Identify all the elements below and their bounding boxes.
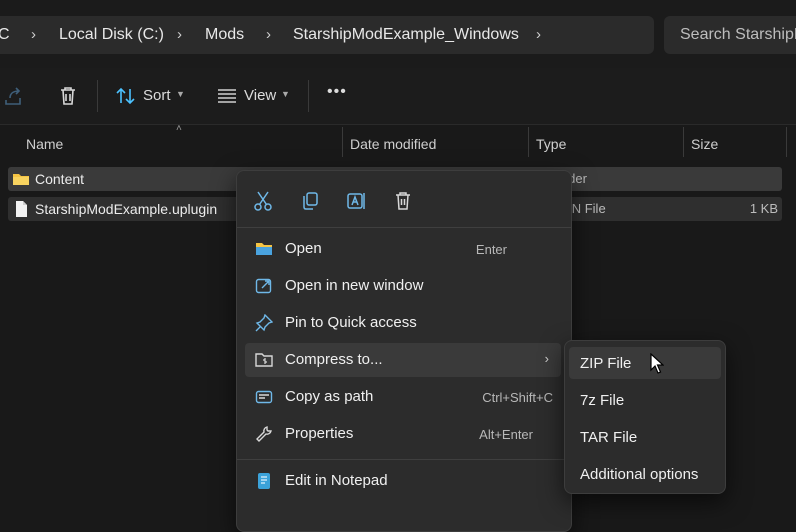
- command-bar: Sort ▼ View ▼ •••: [0, 68, 796, 125]
- breadcrumb-item-mods[interactable]: Mods: [205, 26, 244, 44]
- menu-item-label: Properties: [285, 425, 354, 442]
- compress-submenu: ZIP File 7z File TAR File Additional opt…: [564, 340, 726, 494]
- delete-button[interactable]: [387, 187, 419, 215]
- open-new-window-icon: [255, 278, 272, 294]
- file-size: 1 KB: [749, 201, 778, 216]
- breadcrumb-item-this-pc[interactable]: C: [0, 26, 10, 44]
- sort-icon[interactable]: [114, 84, 138, 108]
- rename-button[interactable]: [340, 187, 372, 215]
- delete-icon: [396, 192, 410, 210]
- chevron-right-icon[interactable]: ›: [31, 26, 36, 43]
- column-divider[interactable]: [786, 127, 787, 157]
- sort-button[interactable]: Sort: [143, 87, 171, 104]
- sort-ascending-icon: ˄: [176, 123, 182, 134]
- mouse-cursor-icon: [650, 353, 664, 374]
- menu-item-open[interactable]: Open Enter: [245, 232, 561, 266]
- menu-item-copy-as-path[interactable]: Copy as path Ctrl+Shift+C: [245, 380, 561, 414]
- share-icon[interactable]: [2, 84, 26, 108]
- column-divider[interactable]: [342, 127, 343, 157]
- pin-icon: [255, 314, 273, 332]
- rename-icon: [347, 193, 365, 209]
- toolbar-divider: [97, 80, 98, 112]
- column-header-name[interactable]: Name: [26, 136, 63, 152]
- copy-icon: [303, 192, 318, 210]
- address-bar: C › Local Disk (C:) › Mods › StarshipMod…: [0, 0, 796, 68]
- breadcrumb[interactable]: C › Local Disk (C:) › Mods › StarshipMod…: [0, 16, 654, 54]
- submenu-item-label: TAR File: [580, 429, 638, 446]
- view-icon[interactable]: [215, 84, 239, 108]
- menu-item-label: Open in new window: [285, 277, 424, 294]
- column-divider[interactable]: [528, 127, 529, 157]
- breadcrumb-item-current-folder[interactable]: StarshipModExample_Windows: [293, 26, 519, 44]
- breadcrumb-item-local-disk[interactable]: Local Disk (C:): [59, 26, 164, 44]
- menu-item-properties[interactable]: Properties Alt+Enter: [245, 417, 561, 451]
- column-divider[interactable]: [683, 127, 684, 157]
- menu-item-compress-to[interactable]: Compress to... ›: [245, 343, 561, 377]
- submenu-item-label: ZIP File: [580, 355, 632, 372]
- column-headers: ˄ Name Date modified Type Size: [0, 123, 796, 161]
- submenu-item-tar-file[interactable]: TAR File: [569, 421, 721, 453]
- context-menu: Open Enter Open in new window Pin to Qui…: [236, 170, 572, 532]
- menu-item-label: Copy as path: [285, 388, 374, 405]
- menu-item-shortcut: Alt+Enter: [479, 427, 533, 442]
- menu-item-pin-to-quick-access[interactable]: Pin to Quick access: [245, 306, 561, 340]
- chevron-right-icon[interactable]: ›: [177, 26, 182, 43]
- menu-separator: [237, 459, 571, 460]
- view-button[interactable]: View: [244, 87, 276, 104]
- folder-icon: [256, 243, 272, 255]
- chevron-down-icon[interactable]: ▼: [176, 89, 185, 99]
- cut-button[interactable]: [247, 187, 279, 215]
- menu-item-shortcut: Ctrl+Shift+C: [482, 390, 553, 405]
- column-header-type[interactable]: Type: [536, 136, 566, 152]
- submenu-item-zip-file[interactable]: ZIP File: [569, 347, 721, 379]
- file-name: Content: [35, 171, 85, 187]
- chevron-right-icon[interactable]: ›: [536, 26, 541, 43]
- submenu-item-label: Additional options: [580, 466, 699, 483]
- menu-item-label: Compress to...: [285, 351, 383, 368]
- toolbar-divider: [308, 80, 309, 112]
- notepad-icon: [258, 473, 270, 489]
- column-header-date-modified[interactable]: Date modified: [350, 136, 436, 152]
- menu-item-shortcut: Enter: [475, 242, 507, 257]
- menu-item-open-in-new-window[interactable]: Open in new window: [245, 269, 561, 303]
- more-options-button[interactable]: •••: [327, 83, 347, 101]
- menu-item-label: Edit in Notepad: [285, 472, 388, 489]
- delete-icon[interactable]: [56, 84, 80, 108]
- menu-item-edit-in-notepad[interactable]: Edit in Notepad: [245, 464, 561, 498]
- file-name: StarshipModExample.uplugin: [35, 201, 218, 217]
- copy-path-icon: [255, 390, 273, 404]
- compress-icon: [255, 353, 273, 367]
- menu-item-label: Pin to Quick access: [285, 314, 417, 331]
- document-icon: [16, 201, 27, 217]
- properties-icon: [256, 426, 272, 442]
- submenu-item-7z-file[interactable]: 7z File: [569, 384, 721, 416]
- menu-item-label: Open: [285, 240, 322, 257]
- chevron-right-icon: ›: [544, 351, 549, 366]
- column-header-size[interactable]: Size: [691, 136, 718, 152]
- copy-button[interactable]: [294, 187, 326, 215]
- folder-icon: [13, 174, 29, 185]
- search-input[interactable]: Search StarshipM: [664, 16, 796, 54]
- chevron-right-icon[interactable]: ›: [266, 26, 271, 43]
- chevron-down-icon[interactable]: ▼: [281, 89, 290, 99]
- menu-separator: [237, 227, 571, 228]
- submenu-item-additional-options[interactable]: Additional options: [569, 458, 721, 490]
- submenu-item-label: 7z File: [580, 392, 625, 409]
- cut-icon: [254, 191, 272, 211]
- search-placeholder: Search StarshipM: [680, 26, 796, 43]
